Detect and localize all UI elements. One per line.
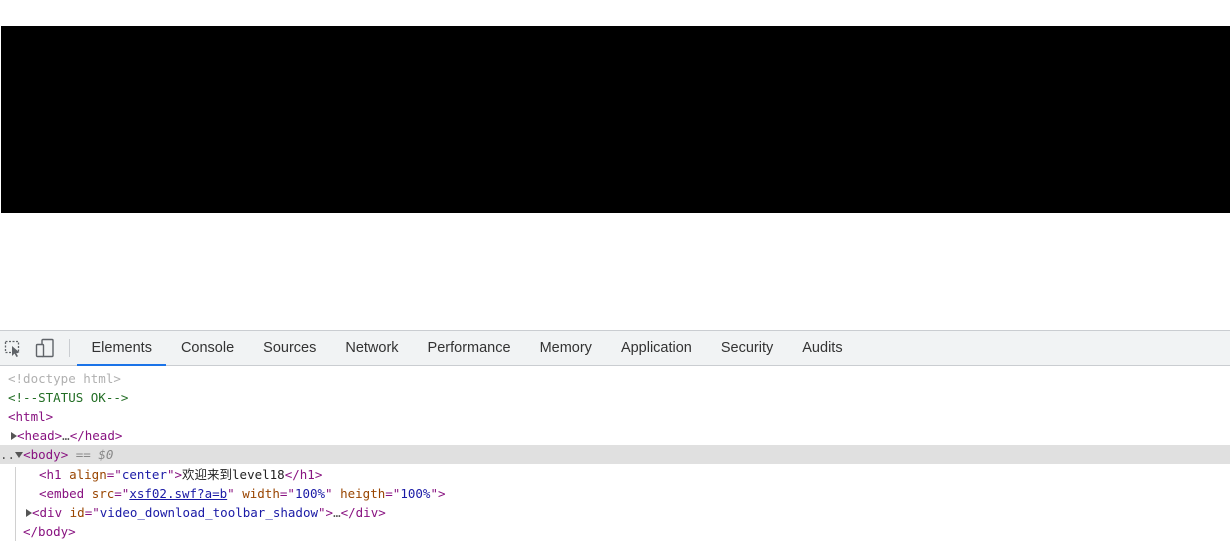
- dom-node-head[interactable]: <head>…</head>: [0, 426, 1230, 445]
- tab-sources[interactable]: Sources: [249, 331, 331, 365]
- tab-application[interactable]: Application: [606, 331, 706, 365]
- elements-dom-tree: <!doctype html> <!--STATUS OK--> <html> …: [0, 367, 1230, 549]
- embed-flash-area[interactable]: [1, 26, 1230, 213]
- dom-node-doctype[interactable]: <!doctype html>: [0, 369, 1230, 388]
- devtools-toolbar: Elements Console Sources Network Perform…: [0, 331, 1230, 366]
- page-viewport: [0, 0, 1230, 330]
- dom-node-body[interactable]: .. <body> == $0: [0, 445, 1230, 464]
- dom-node-html[interactable]: <html>: [0, 407, 1230, 426]
- dom-node-body-close[interactable]: </body>: [0, 522, 1230, 541]
- collapse-triangle-icon[interactable]: [15, 451, 24, 458]
- tab-performance[interactable]: Performance: [413, 331, 525, 365]
- tab-console[interactable]: Console: [166, 331, 248, 365]
- devtools-tabs: Elements Console Sources Network Perform…: [77, 331, 857, 366]
- embed-src-link[interactable]: xsf02.swf?a=b: [129, 486, 227, 501]
- tab-memory[interactable]: Memory: [525, 331, 606, 365]
- dom-node-embed[interactable]: <embed src="xsf02.swf?a=b" width="100%" …: [0, 484, 1230, 503]
- tab-elements[interactable]: Elements: [77, 331, 167, 366]
- tab-security[interactable]: Security: [706, 331, 787, 365]
- device-toolbar-icon[interactable]: [35, 338, 55, 358]
- devtools-panel: Elements Console Sources Network Perform…: [0, 330, 1230, 549]
- tab-audits[interactable]: Audits: [788, 331, 857, 365]
- tab-network[interactable]: Network: [331, 331, 413, 365]
- dom-node-h1[interactable]: <h1 align="center">欢迎来到level18</h1>: [0, 465, 1230, 484]
- toolbar-divider: [69, 339, 70, 357]
- inspect-element-icon[interactable]: [4, 338, 24, 358]
- dom-node-div[interactable]: <div id="video_download_toolbar_shadow">…: [0, 503, 1230, 522]
- dom-node-comment[interactable]: <!--STATUS OK-->: [0, 388, 1230, 407]
